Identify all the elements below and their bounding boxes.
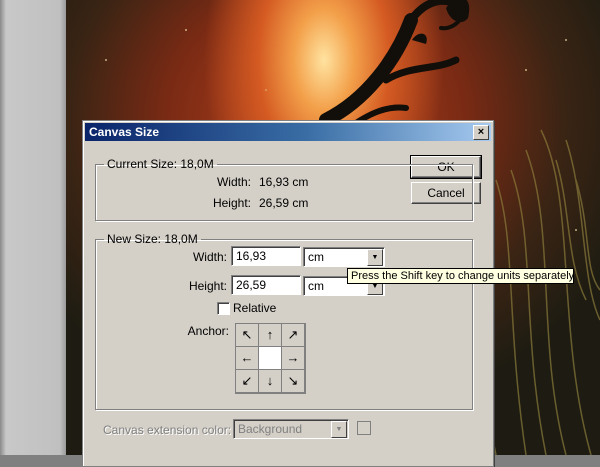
current-width-value: 16,93 cm	[259, 175, 309, 189]
current-size-legend: Current Size: 18,0M	[107, 157, 214, 171]
chevron-down-icon[interactable]: ▼	[367, 249, 383, 266]
anchor-top[interactable]: ↑	[259, 324, 281, 346]
width-input[interactable]: 16,93	[231, 246, 301, 266]
new-height-label: Height:	[188, 279, 227, 293]
height-input[interactable]: 26,59	[231, 275, 301, 295]
anchor-label: Anchor:	[187, 324, 229, 338]
current-height-value: 26,59 cm	[259, 196, 309, 210]
units-tooltip: Press the Shift key to change units sepa…	[347, 268, 574, 284]
workspace-background	[0, 0, 66, 455]
anchor-right[interactable]: →	[282, 347, 304, 369]
extension-color-value: Background	[238, 422, 303, 436]
current-width-label: Width:	[216, 175, 251, 189]
chevron-down-icon[interactable]: ▼	[331, 421, 347, 438]
anchor-top-right[interactable]: ↗	[282, 324, 304, 346]
anchor-grid: ↖ ↑ ↗ ← → ↙ ↓ ↘	[235, 323, 306, 394]
width-unit-select[interactable]: cm ▼	[303, 247, 385, 267]
anchor-center[interactable]	[259, 347, 281, 369]
anchor-bottom-left[interactable]: ↙	[236, 370, 258, 392]
canvas-size-dialog: Canvas Size × OK Cancel Current Size: 18…	[82, 120, 494, 467]
height-unit-value: cm	[308, 279, 324, 293]
current-size-group: Current Size: 18,0M	[95, 157, 473, 221]
dialog-titlebar[interactable]: Canvas Size ×	[85, 123, 491, 141]
dialog-title: Canvas Size	[89, 125, 160, 139]
close-icon: ×	[477, 126, 485, 138]
new-size-legend: New Size: 18,0M	[107, 232, 198, 246]
anchor-left[interactable]: ←	[236, 347, 258, 369]
extension-color-swatch[interactable]	[357, 421, 371, 435]
new-width-label: Width:	[192, 250, 227, 264]
anchor-top-left[interactable]: ↖	[236, 324, 258, 346]
anchor-bottom[interactable]: ↓	[259, 370, 281, 392]
relative-checkbox[interactable]	[217, 302, 230, 315]
extension-color-select[interactable]: Background ▼	[233, 419, 349, 439]
width-unit-value: cm	[308, 250, 324, 264]
current-height-label: Height:	[212, 196, 251, 210]
close-button[interactable]: ×	[473, 125, 489, 140]
relative-label[interactable]: Relative	[233, 301, 276, 315]
anchor-bottom-right[interactable]: ↘	[282, 370, 304, 392]
extension-color-label: Canvas extension color:	[103, 423, 232, 437]
